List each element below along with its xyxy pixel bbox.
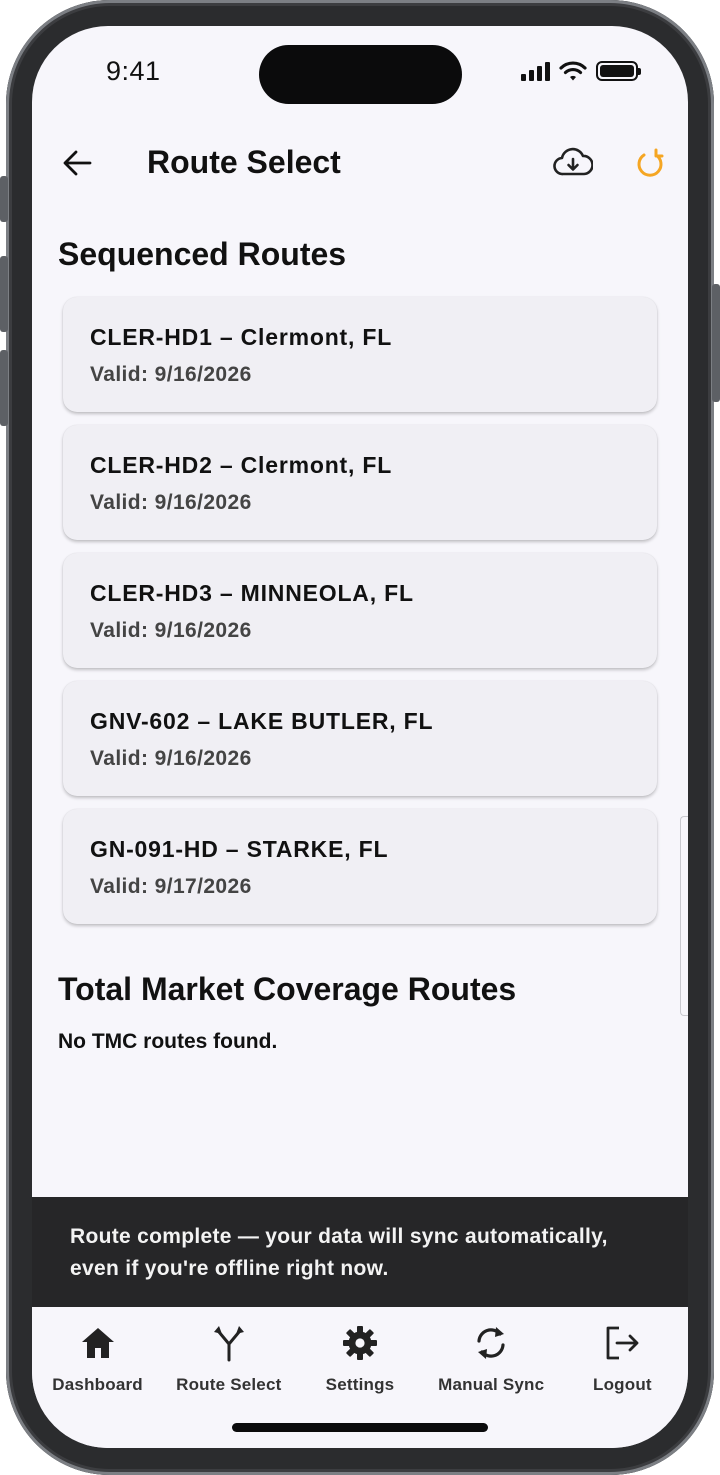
battery-icon — [596, 61, 641, 81]
nav-label: Settings — [325, 1375, 395, 1394]
screen: 9:41 Route Select Sequenced Routes CLER-… — [32, 26, 688, 1448]
download-routes-button[interactable] — [550, 142, 596, 182]
route-fork-icon — [213, 1326, 244, 1362]
volume-up-button — [0, 256, 8, 332]
nav-item-dashboard[interactable]: Dashboard — [32, 1307, 163, 1448]
route-valid-date: Valid: 9/16/2026 — [90, 491, 252, 514]
logout-icon — [607, 1326, 639, 1360]
gear-icon — [343, 1326, 377, 1360]
status-icons — [521, 60, 641, 82]
route-name: CLER-HD3 – MINNEOLA, FL — [90, 580, 414, 606]
snackbar-line-1: Route complete — your data will sync aut… — [70, 1225, 608, 1248]
dynamic-island — [259, 45, 462, 104]
route-card[interactable]: CLER-HD3 – MINNEOLA, FL Valid: 9/16/2026 — [63, 553, 657, 668]
scrollbar[interactable] — [680, 816, 688, 1016]
nav-label: Route Select — [176, 1375, 282, 1394]
route-card[interactable]: GNV-602 – LAKE BUTLER, FL Valid: 9/16/20… — [63, 681, 657, 796]
sync-icon — [477, 1327, 505, 1359]
route-name: GNV-602 – LAKE BUTLER, FL — [90, 708, 434, 734]
route-valid-date: Valid: 9/16/2026 — [90, 619, 252, 642]
route-name: CLER-HD1 – Clermont, FL — [90, 324, 393, 350]
nav-label: Manual Sync — [438, 1375, 545, 1394]
route-valid-date: Valid: 9/16/2026 — [90, 747, 252, 770]
volume-down-button — [0, 350, 8, 426]
route-card[interactable]: CLER-HD1 – Clermont, FL Valid: 9/16/2026 — [63, 297, 657, 412]
refresh-icon — [637, 148, 664, 177]
home-indicator — [232, 1423, 488, 1432]
snackbar-line-2: even if you're offline right now. — [70, 1257, 389, 1280]
tmc-routes-heading: Total Market Coverage Routes — [58, 971, 517, 1007]
page-title: Route Select — [147, 144, 341, 180]
power-button — [712, 284, 720, 402]
route-name: CLER-HD2 – Clermont, FL — [90, 452, 393, 478]
back-button[interactable] — [58, 144, 96, 182]
sync-snackbar: Route complete — your data will sync aut… — [32, 1197, 688, 1307]
route-card[interactable]: GN-091-HD – STARKE, FL Valid: 9/17/2026 — [63, 809, 657, 924]
sequenced-routes-heading: Sequenced Routes — [58, 236, 347, 272]
mute-switch — [0, 176, 8, 222]
route-valid-date: Valid: 9/17/2026 — [90, 875, 252, 898]
arrow-left-icon — [63, 150, 92, 176]
status-time: 9:41 — [106, 56, 161, 86]
cloud-download-icon — [553, 147, 593, 176]
route-valid-date: Valid: 9/16/2026 — [90, 363, 252, 386]
signal-icon — [521, 61, 550, 81]
nav-label: Dashboard — [52, 1375, 143, 1394]
route-card[interactable]: CLER-HD2 – Clermont, FL Valid: 9/16/2026 — [63, 425, 657, 540]
route-name: GN-091-HD – STARKE, FL — [90, 836, 389, 862]
home-icon — [81, 1328, 114, 1358]
nav-label: Logout — [593, 1375, 652, 1394]
refresh-button[interactable] — [630, 144, 670, 184]
wifi-icon — [559, 61, 587, 81]
nav-item-logout[interactable]: Logout — [557, 1307, 688, 1448]
tmc-empty-message: No TMC routes found. — [58, 1030, 278, 1053]
sequenced-route-list: CLER-HD1 – Clermont, FL Valid: 9/16/2026… — [63, 297, 657, 937]
